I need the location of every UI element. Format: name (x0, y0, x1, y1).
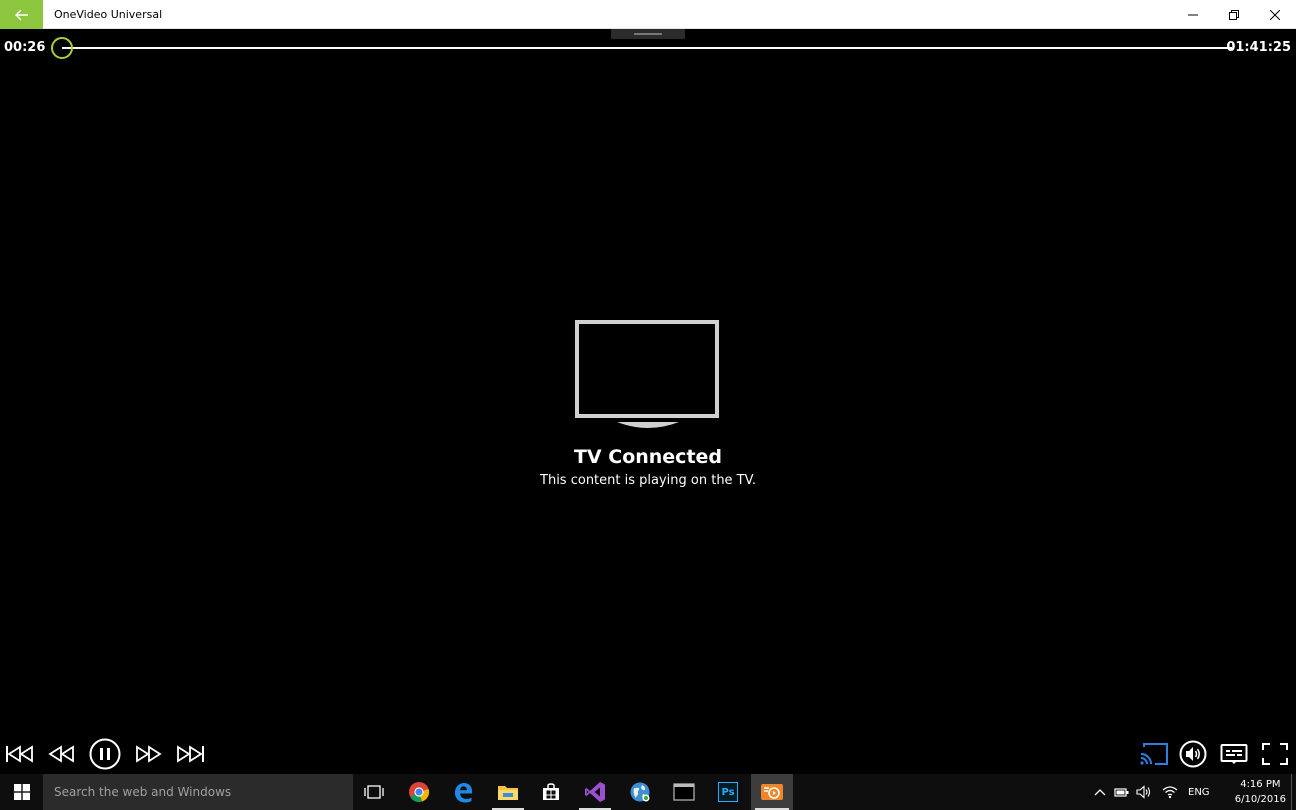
pause-icon (89, 738, 121, 770)
current-time: 00:26 (4, 40, 46, 55)
chrome-taskbar-button[interactable] (399, 774, 439, 810)
photoshop-icon: Ps (718, 782, 738, 802)
minimize-button[interactable] (1173, 0, 1213, 29)
start-button[interactable] (0, 774, 43, 810)
title-bar: OneVideo Universal (0, 0, 1296, 29)
volume-tray-icon[interactable] (1136, 785, 1152, 799)
pause-button[interactable] (89, 738, 121, 770)
clock-time: 4:16 PM (1240, 779, 1281, 790)
store-taskbar-button[interactable] (531, 774, 571, 810)
restore-icon (1229, 9, 1239, 20)
system-tray: ENG (1094, 774, 1210, 810)
rewind-icon (48, 745, 74, 763)
seek-bar-thumb[interactable] (51, 37, 73, 59)
total-time: 01:41:25 (1226, 40, 1291, 55)
clock[interactable]: 4:16 PM 6/10/2016 (1235, 777, 1286, 807)
edge-icon (455, 783, 472, 803)
onevideo-taskbar-button[interactable] (751, 774, 793, 810)
web-globe-icon (630, 782, 650, 802)
console-icon (673, 783, 695, 801)
language-indicator[interactable]: ENG (1188, 787, 1210, 798)
file-explorer-icon (498, 786, 518, 800)
clock-date: 6/10/2016 (1234, 794, 1286, 805)
taskbar-search-box[interactable]: Search the web and Windows (43, 774, 353, 810)
wifi-icon[interactable] (1162, 785, 1178, 799)
photoshop-taskbar-button[interactable]: Ps (708, 774, 748, 810)
store-icon (543, 783, 559, 800)
subtitles-icon (1220, 744, 1248, 764)
visual-studio-taskbar-button[interactable] (575, 774, 615, 810)
back-arrow-icon (14, 9, 28, 20)
status-title: TV Connected (573, 446, 723, 468)
fullscreen-button[interactable] (1259, 738, 1291, 770)
skip-previous-button[interactable] (4, 738, 36, 770)
status-subtitle: This content is playing on the TV. (540, 473, 756, 488)
seek-bar-track[interactable] (62, 47, 1232, 49)
taskbar: Search the web and Windows Ps ENG 4:16 P… (0, 774, 1296, 810)
onevideo-icon (761, 784, 783, 800)
fullscreen-icon (1262, 743, 1288, 765)
console-taskbar-button[interactable] (664, 774, 704, 810)
fast-forward-button[interactable] (132, 738, 164, 770)
fast-forward-icon (136, 745, 162, 763)
visual-studio-icon (585, 782, 605, 802)
show-desktop-button[interactable] (1291, 774, 1296, 810)
back-button[interactable] (0, 0, 43, 29)
close-button[interactable] (1255, 0, 1295, 29)
restore-button[interactable] (1214, 0, 1254, 29)
power-plug-icon[interactable] (1114, 786, 1130, 798)
chrome-icon (409, 782, 430, 802)
edge-taskbar-button[interactable] (443, 774, 483, 810)
task-view-icon (364, 785, 384, 799)
windows-logo-icon (13, 784, 30, 800)
volume-button[interactable] (1177, 738, 1209, 770)
file-explorer-taskbar-button[interactable] (488, 774, 528, 810)
drag-handle[interactable] (611, 29, 685, 39)
tv-icon (575, 320, 719, 428)
close-icon (1270, 9, 1280, 20)
chevron-up-icon[interactable] (1094, 787, 1106, 797)
cast-icon (1140, 743, 1168, 765)
task-view-button[interactable] (354, 774, 394, 810)
app-title: OneVideo Universal (54, 8, 163, 21)
web-app-taskbar-button[interactable] (620, 774, 660, 810)
subtitles-button[interactable] (1218, 738, 1250, 770)
volume-icon (1179, 740, 1207, 768)
skip-next-icon (177, 745, 204, 763)
photoshop-label: Ps (721, 786, 735, 798)
skip-next-button[interactable] (174, 738, 206, 770)
cast-button[interactable] (1138, 738, 1170, 770)
rewind-button[interactable] (46, 738, 78, 770)
tv-connected-panel: TV Connected This content is playing on … (498, 320, 798, 488)
minimize-icon (1188, 14, 1198, 15)
skip-previous-icon (6, 745, 33, 763)
